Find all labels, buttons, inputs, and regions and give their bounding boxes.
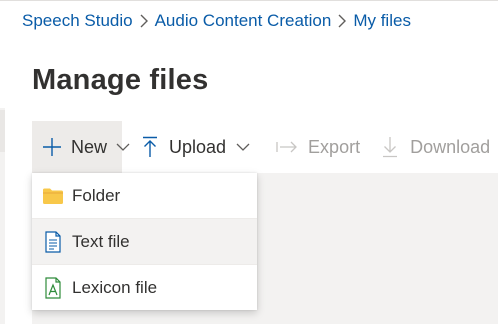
breadcrumb: Speech Studio Audio Content Creation My … [22,9,411,33]
chevron-down-icon [236,142,250,152]
export-button[interactable]: Export [250,121,360,173]
chevron-right-icon [331,9,353,33]
download-button[interactable]: Download [360,121,490,173]
add-icon [42,137,62,157]
new-dropdown-menu: Folder Text file Lexicon file [32,173,257,310]
download-icon [382,136,398,158]
breadcrumb-speech-studio[interactable]: Speech Studio [22,11,133,31]
export-button-label: Export [308,136,361,157]
new-button-label: New [71,136,108,157]
command-bar: New Upload Export Download [32,121,490,173]
breadcrumb-audio-content-creation[interactable]: Audio Content Creation [155,11,332,31]
folder-icon [42,185,64,207]
menu-item-lexicon-file-label: Lexicon file [72,277,158,297]
upload-button-label: Upload [169,136,227,157]
breadcrumb-my-files[interactable]: My files [353,11,411,31]
text-file-icon [42,230,64,253]
upload-button[interactable]: Upload [122,121,250,173]
page-title: Manage files [32,64,209,96]
left-rail-selected [0,110,5,152]
export-icon [276,140,298,154]
menu-item-folder[interactable]: Folder [32,173,257,218]
menu-item-lexicon-file[interactable]: Lexicon file [32,265,257,310]
menu-item-text-file[interactable]: Text file [32,219,257,264]
upload-icon [142,136,158,158]
lexicon-file-icon [42,276,64,299]
menu-item-text-file-label: Text file [72,231,130,251]
chevron-right-icon [133,9,155,33]
new-button[interactable]: New [32,121,130,173]
menu-item-folder-label: Folder [72,185,121,205]
download-button-label: Download [410,136,491,157]
top-border [0,0,498,1]
